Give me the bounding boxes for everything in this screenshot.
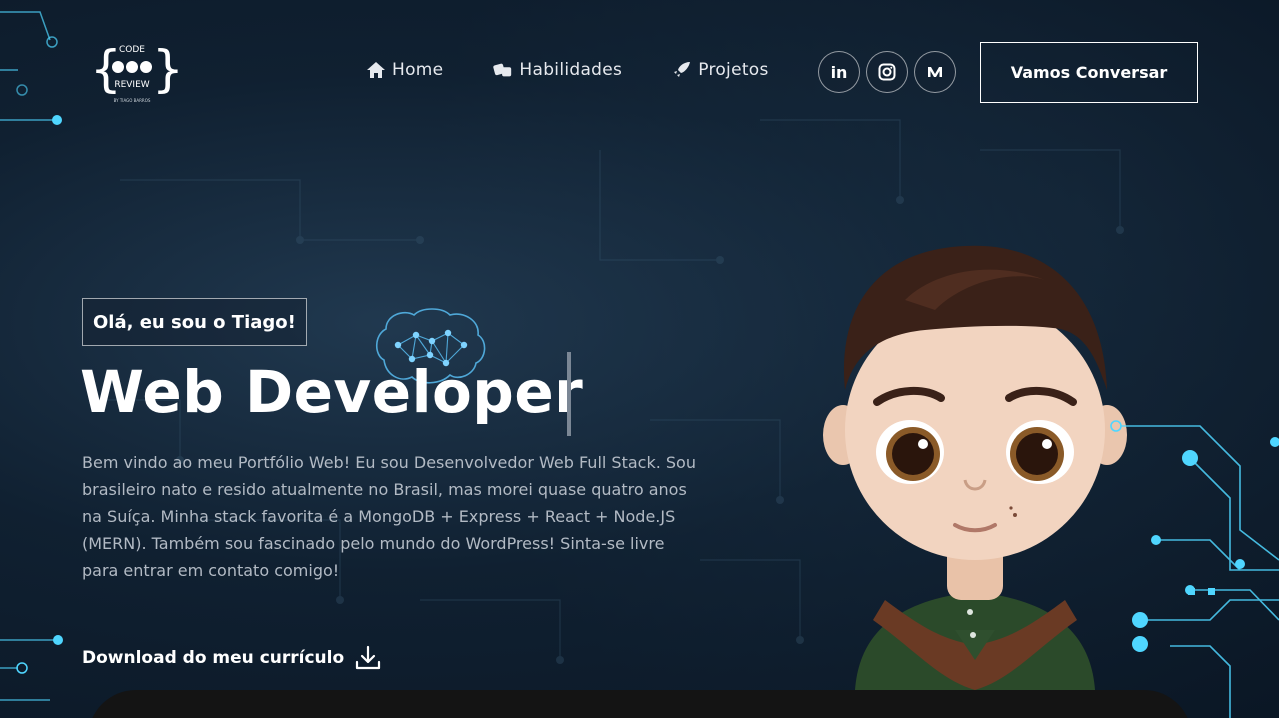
svg-text:}: } — [152, 40, 182, 98]
dice-icon — [493, 63, 512, 77]
circuit-decoration-right — [1110, 420, 1279, 718]
logo-line2: REVIEW — [114, 80, 149, 90]
social-links: in — [818, 51, 956, 93]
linkedin-icon: in — [830, 62, 848, 82]
hero-tagline: Olá, eu sou o Tiago! — [82, 298, 307, 346]
medium-button[interactable] — [914, 51, 956, 93]
code-review-logo[interactable]: { } CODE REVIEW BY TIAGO BARROS — [82, 34, 182, 106]
logo-line1: CODE — [119, 45, 145, 55]
download-label: Download do meu currículo — [82, 648, 345, 668]
nav-label-projetos: Projetos — [698, 60, 769, 80]
logo-byline: BY TIAGO BARROS — [114, 98, 151, 103]
rocket-icon — [674, 62, 691, 77]
nav-label-home: Home — [392, 60, 444, 80]
avatar-illustration — [823, 245, 1127, 690]
nav-link-home[interactable]: Home — [366, 60, 443, 80]
bottom-section-panel — [88, 690, 1192, 718]
nav-link-habilidades[interactable]: Habilidades — [493, 60, 622, 80]
vamos-conversar-button[interactable]: Vamos Conversar — [980, 42, 1198, 103]
main-nav: Home Habilidades Projetos — [366, 60, 769, 80]
hero-title: Web Developer — [80, 358, 584, 426]
nav-label-habilidades: Habilidades — [519, 60, 623, 80]
circuit-decoration-bottom-left — [0, 635, 63, 701]
hero-intro-text: Bem vindo ao meu Portfólio Web! Eu sou D… — [82, 453, 696, 580]
download-resume-link[interactable]: Download do meu currículo — [82, 644, 382, 672]
instagram-icon — [878, 63, 896, 81]
download-icon — [356, 645, 381, 670]
medium-icon — [928, 67, 942, 77]
nav-link-projetos[interactable]: Projetos — [672, 60, 768, 80]
linkedin-button[interactable]: in — [818, 51, 860, 93]
typing-caret — [567, 352, 571, 436]
instagram-button[interactable] — [866, 51, 908, 93]
home-icon — [367, 62, 385, 78]
circuit-decoration-top-left — [0, 11, 62, 125]
